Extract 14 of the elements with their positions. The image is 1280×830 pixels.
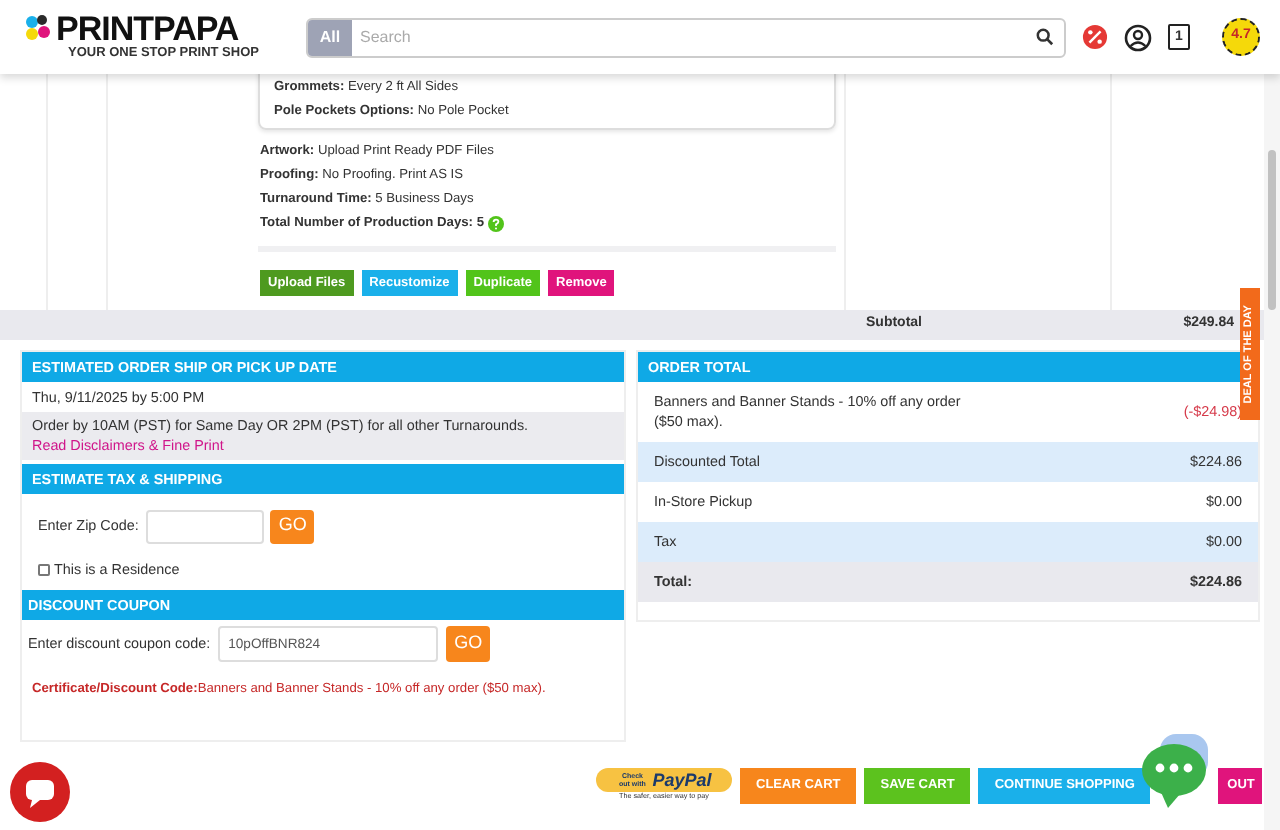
- logo-text[interactable]: PRINTPAPA: [56, 12, 259, 47]
- search-icon[interactable]: [1036, 28, 1054, 46]
- go-button[interactable]: GO: [270, 509, 315, 543]
- go-button[interactable]: GO: [446, 626, 491, 662]
- chat-icon[interactable]: [10, 762, 70, 822]
- zip-field[interactable]: [146, 509, 265, 543]
- user-icon[interactable]: [1124, 23, 1152, 51]
- help-icon[interactable]: [488, 216, 504, 232]
- paypal-brand: PayPal: [652, 767, 712, 793]
- residence-checkbox[interactable]: [38, 564, 50, 576]
- search-field[interactable]: All Search: [306, 17, 1066, 57]
- discount-badge-icon[interactable]: [1082, 24, 1108, 50]
- search-scope-button[interactable]: All: [308, 19, 352, 55]
- chat-bubble-icon[interactable]: [1140, 734, 1208, 810]
